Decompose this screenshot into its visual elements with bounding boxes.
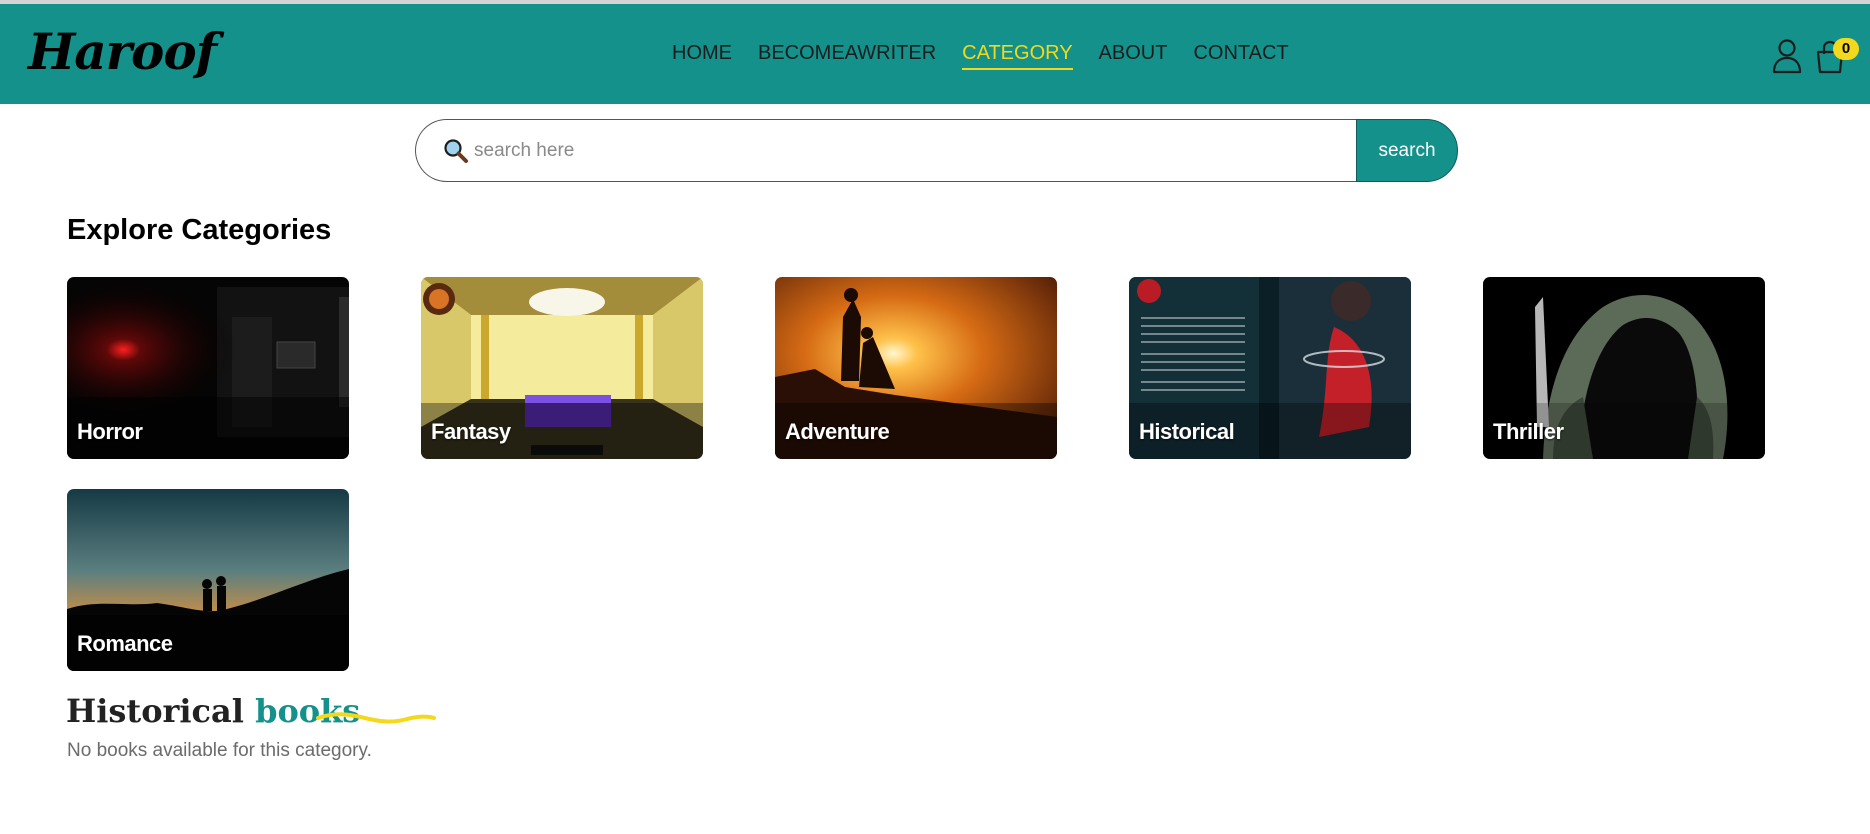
- category-label: Romance: [77, 631, 173, 656]
- category-card-adventure[interactable]: Adventure: [775, 277, 1057, 459]
- nav-category[interactable]: CATEGORY: [962, 42, 1073, 70]
- category-card-horror[interactable]: Horror: [67, 277, 349, 459]
- nav-home[interactable]: HOME: [672, 42, 732, 70]
- site-header: Haroof HOME BECOMEAWRITER CATEGORY ABOUT…: [0, 4, 1870, 104]
- category-label: Fantasy: [431, 419, 511, 444]
- category-card-thriller[interactable]: Thriller: [1483, 277, 1765, 459]
- search-input[interactable]: [474, 134, 1334, 168]
- nav-about[interactable]: ABOUT: [1099, 42, 1168, 70]
- category-label: Historical: [1139, 419, 1235, 444]
- heading-underline-decoration: [316, 712, 436, 724]
- category-label: Adventure: [785, 419, 890, 444]
- search-button[interactable]: search: [1356, 119, 1458, 182]
- empty-books-message: No books available for this category.: [67, 740, 372, 761]
- main-nav: HOME BECOMEAWRITER CATEGORY ABOUT CONTAC…: [672, 42, 1289, 70]
- heading-category-name: Historical: [66, 692, 244, 730]
- magnifier-icon: [444, 139, 468, 163]
- cart-count-badge: 0: [1833, 38, 1859, 60]
- explore-categories-heading: Explore Categories: [67, 214, 332, 246]
- site-logo[interactable]: Haroof: [28, 22, 217, 81]
- category-card-historical[interactable]: Historical: [1129, 277, 1411, 459]
- search-bar: search: [415, 119, 1458, 182]
- category-label: Horror: [77, 419, 143, 444]
- category-label: Thriller: [1493, 419, 1564, 444]
- nav-contact[interactable]: CONTACT: [1193, 42, 1288, 70]
- search-field: [415, 119, 1358, 182]
- category-card-romance[interactable]: Romance: [67, 489, 349, 671]
- user-icon[interactable]: [1772, 38, 1802, 74]
- category-card-fantasy[interactable]: Fantasy: [421, 277, 703, 459]
- nav-become-a-writer[interactable]: BECOMEAWRITER: [758, 42, 936, 70]
